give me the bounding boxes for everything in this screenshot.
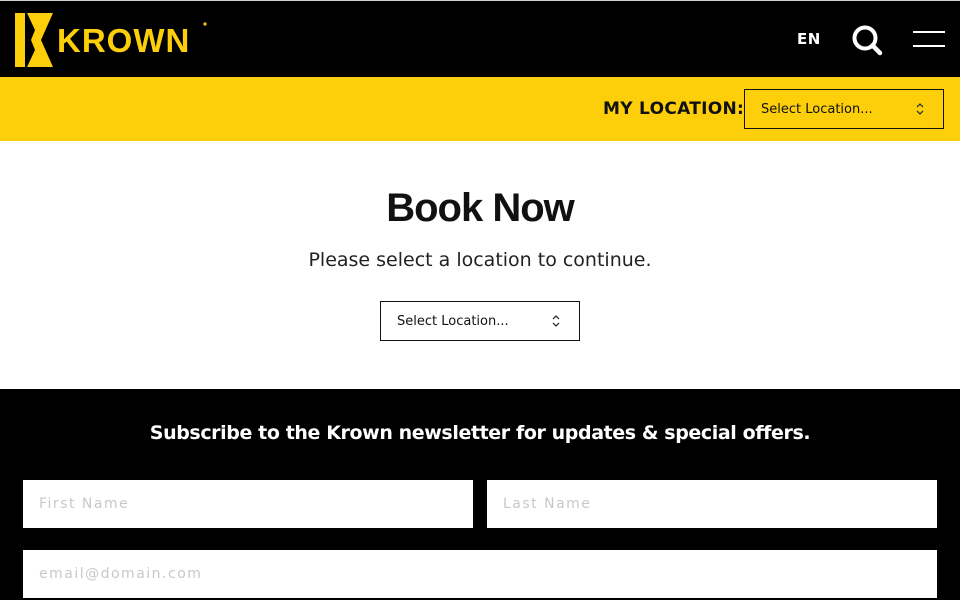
newsletter-footer: Subscribe to the Krown newsletter for up…: [0, 389, 960, 600]
booking-location-select-value: Select Location...: [397, 313, 509, 329]
krown-logo[interactable]: KROWN: [15, 13, 210, 67]
header-location-select[interactable]: Select Location...: [744, 89, 944, 129]
chevron-updown-icon: [916, 103, 924, 115]
menu-line-icon: [913, 45, 945, 47]
first-name-input[interactable]: [23, 480, 473, 528]
page-title: Book Now: [386, 186, 575, 230]
chevron-updown-icon: [552, 315, 560, 327]
location-bar: MY LOCATION: Select Location...: [0, 77, 960, 141]
hamburger-menu-button[interactable]: [913, 31, 945, 49]
logo-wordmark: KROWN: [57, 22, 190, 59]
site-header: KROWN EN: [0, 0, 960, 77]
search-button[interactable]: [851, 24, 883, 56]
page-subtitle: Please select a location to continue.: [308, 249, 652, 271]
last-name-input[interactable]: [487, 480, 937, 528]
search-icon: [852, 25, 883, 56]
language-switcher[interactable]: EN: [797, 30, 821, 48]
my-location-label: MY LOCATION:: [603, 99, 745, 119]
menu-line-icon: [913, 31, 945, 33]
newsletter-heading: Subscribe to the Krown newsletter for up…: [149, 422, 811, 444]
email-input[interactable]: [23, 550, 937, 598]
header-location-select-value: Select Location...: [761, 101, 873, 117]
booking-location-select[interactable]: Select Location...: [380, 301, 580, 341]
